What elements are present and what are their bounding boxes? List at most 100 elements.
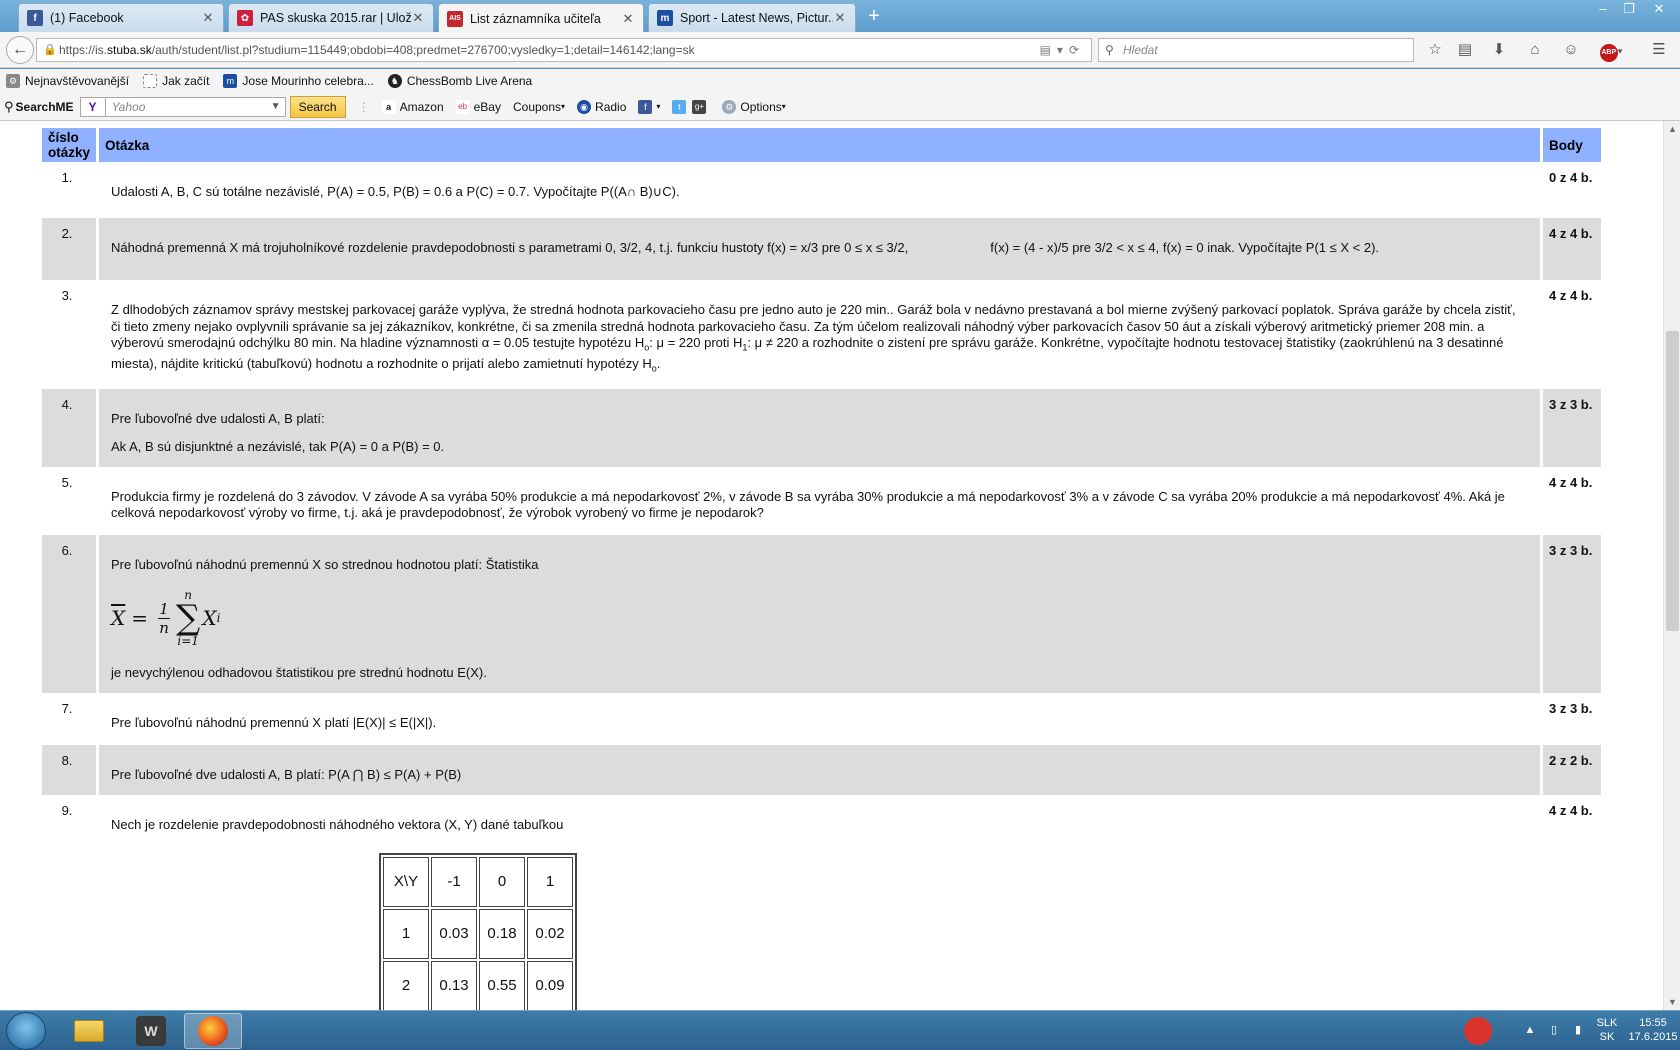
table-row: 6. Pre ľubovoľnú náhodnú premennú X so s… bbox=[42, 535, 1601, 694]
googleplus-icon: g+ bbox=[692, 99, 707, 114]
table-row: 4. Pre ľubovoľné dve udalosti A, B platí… bbox=[42, 389, 1601, 468]
question-points: 2 z 2 b. bbox=[1543, 745, 1601, 796]
radio-icon: ◉ bbox=[577, 99, 592, 114]
adblock-icon[interactable]: ABP ▾ bbox=[1596, 40, 1626, 62]
tab-list-zaznamnika[interactable]: AIS List záznamníka učiteľa ✕ bbox=[438, 3, 644, 33]
chat-icon[interactable]: ☺ bbox=[1560, 40, 1582, 60]
toolbar-separator: ⋮ bbox=[357, 99, 370, 114]
question-number: 9. bbox=[42, 795, 100, 1010]
mean-formula: X = 1n n ∑ i=1 Xi bbox=[111, 588, 221, 649]
bookmark-chessbomb[interactable]: ♞ ChessBomb Live Arena bbox=[387, 74, 532, 88]
amazon-icon: a bbox=[381, 99, 396, 114]
facebook-icon: f bbox=[638, 99, 653, 114]
toolbar-twitter[interactable]: t bbox=[672, 99, 690, 114]
toolbar-amazon[interactable]: a Amazon bbox=[381, 99, 444, 114]
bookmark-mourinho[interactable]: m Jose Mourinho celebra... bbox=[223, 74, 374, 88]
table-row: 1. Udalosti A, B, C sú totálne nezávislé… bbox=[42, 162, 1601, 218]
questions-table: číslo otázky Otázka Body 1. Udalosti A, … bbox=[42, 128, 1601, 1010]
url-domain: stuba.sk bbox=[107, 43, 152, 57]
question-text: Produkcia firmy je rozdelená do 3 závodo… bbox=[99, 467, 1543, 536]
table-row: 3. Z dlhodobých záznamov správy mestskej… bbox=[42, 280, 1601, 390]
bookmark-star-icon[interactable]: ☆ bbox=[1424, 40, 1446, 60]
magnifier-icon: ⚲ bbox=[4, 98, 14, 114]
home-icon[interactable]: ⌂ bbox=[1524, 40, 1546, 60]
scroll-up-icon[interactable]: ▲ bbox=[1664, 121, 1680, 137]
start-button[interactable] bbox=[6, 1012, 46, 1050]
table-cell: 0 bbox=[479, 857, 526, 908]
close-icon[interactable]: ✕ bbox=[833, 10, 847, 26]
url-bar[interactable]: 🔒 https://is.stuba.sk/auth/student/list.… bbox=[36, 38, 1092, 62]
antivirus-icon[interactable] bbox=[1464, 1017, 1492, 1045]
clock[interactable]: 15:55 17.6.2015 bbox=[1626, 1016, 1680, 1044]
chevron-up-icon[interactable]: ▲ bbox=[1524, 1023, 1536, 1037]
bookmark-label: Jak začít bbox=[162, 74, 210, 88]
toolbar-coupons[interactable]: Coupons ▾ bbox=[513, 100, 565, 114]
vertical-scrollbar[interactable]: ▲ ▼ bbox=[1663, 121, 1680, 1010]
battery-icon[interactable]: ▯ bbox=[1546, 1023, 1562, 1037]
table-row: 1 0.03 0.18 0.02 bbox=[383, 909, 574, 960]
network-icon[interactable]: ▮ bbox=[1570, 1023, 1586, 1037]
search-placeholder: Hledat bbox=[1123, 43, 1158, 57]
table-cell: 1 bbox=[527, 857, 574, 908]
question-points: 3 z 3 b. bbox=[1543, 535, 1601, 694]
table-header: číslo otázky Otázka Body bbox=[42, 128, 1601, 162]
ulozto-icon: ✿ bbox=[237, 10, 253, 26]
scroll-down-icon[interactable]: ▼ bbox=[1664, 994, 1680, 1010]
scrollbar-thumb[interactable] bbox=[1666, 331, 1679, 631]
language-indicator[interactable]: SLK SK bbox=[1592, 1016, 1622, 1044]
toolbar-search-placeholder: Yahoo bbox=[111, 99, 146, 114]
tab-title: PAS skuska 2015.rar | Ulož.to bbox=[260, 11, 411, 25]
question-text: Náhodná premenná X má trojuholníkové roz… bbox=[99, 218, 1543, 280]
facebook-icon: f bbox=[27, 10, 43, 26]
close-window-icon[interactable]: ✕ bbox=[1642, 0, 1676, 20]
toolbar-facebook[interactable]: f ▾ bbox=[638, 99, 660, 114]
explorer-icon[interactable] bbox=[60, 1013, 118, 1049]
close-icon[interactable]: ✕ bbox=[621, 11, 635, 27]
question-number: 6. bbox=[42, 535, 100, 694]
table-cell: 1 bbox=[383, 909, 430, 960]
firefox-icon[interactable] bbox=[184, 1013, 242, 1049]
chevron-down-icon[interactable]: ▼ bbox=[271, 98, 281, 116]
question-number: 2. bbox=[42, 218, 100, 280]
maximize-icon[interactable]: ❐ bbox=[1616, 0, 1642, 20]
tab-facebook[interactable]: f (1) Facebook ✕ bbox=[18, 3, 224, 32]
yahoo-icon: Y bbox=[88, 99, 97, 114]
bookmark-most-visited[interactable]: ⚙ Nejnavštěvovanější bbox=[6, 74, 129, 88]
tab-sport[interactable]: m Sport - Latest News, Pictur... ✕ bbox=[648, 3, 856, 32]
close-icon[interactable]: ✕ bbox=[201, 10, 215, 26]
question-points: 3 z 3 b. bbox=[1543, 693, 1601, 746]
toolbar-search-button[interactable]: Search bbox=[289, 95, 346, 118]
ebay-icon: eb bbox=[455, 99, 470, 114]
question-number: 7. bbox=[42, 693, 100, 746]
url-prefix: https://is. bbox=[59, 43, 108, 57]
bookmarks-list-icon[interactable]: ▤ bbox=[1454, 40, 1476, 60]
options-icon: ⚙ bbox=[722, 99, 737, 114]
tanks-icon[interactable]: W bbox=[122, 1013, 180, 1049]
bookmark-label: Jose Mourinho celebra... bbox=[242, 74, 374, 88]
download-icon[interactable]: ⬇ bbox=[1488, 40, 1510, 60]
question-points: 4 z 4 b. bbox=[1543, 218, 1601, 280]
menu-icon[interactable]: ☰ bbox=[1648, 40, 1670, 60]
tab-ulozto[interactable]: ✿ PAS skuska 2015.rar | Ulož.to ✕ bbox=[228, 3, 434, 32]
close-icon[interactable]: ✕ bbox=[411, 10, 425, 26]
search-engine-select[interactable]: Y bbox=[79, 96, 106, 117]
sport-icon: m bbox=[657, 10, 673, 26]
new-tab-button[interactable]: + bbox=[862, 5, 886, 29]
reader-reload-icons[interactable]: ▤▾⟳ bbox=[1040, 39, 1085, 61]
bookmark-getting-started[interactable]: Jak začít bbox=[143, 74, 209, 88]
search-input[interactable]: ⚲ Hledat bbox=[1098, 38, 1414, 62]
table-cell: -1 bbox=[431, 857, 478, 908]
table-cell: 0.03 bbox=[431, 909, 478, 960]
toolbar-search-input[interactable]: Yahoo ▼ bbox=[105, 96, 286, 117]
tab-bar: f (1) Facebook ✕ ✿ PAS skuska 2015.rar |… bbox=[0, 0, 1680, 33]
toolbar-radio[interactable]: ◉ Radio bbox=[577, 99, 626, 114]
minimize-icon[interactable]: – bbox=[1590, 0, 1616, 20]
question-text: Udalosti A, B, C sú totálne nezávislé, P… bbox=[99, 162, 1543, 218]
gear-icon: ⚙ bbox=[6, 74, 20, 88]
toolbar-ebay[interactable]: eb eBay bbox=[455, 99, 501, 114]
toolbar-googleplus[interactable]: g+ bbox=[692, 99, 710, 114]
toolbar-options[interactable]: ⚙ Options ▾ bbox=[722, 99, 786, 114]
table-row: 7. Pre ľubovoľnú náhodnú premennú X plat… bbox=[42, 693, 1601, 746]
back-button[interactable]: ← bbox=[6, 36, 34, 64]
chevron-down-icon: ▾ bbox=[781, 102, 786, 111]
